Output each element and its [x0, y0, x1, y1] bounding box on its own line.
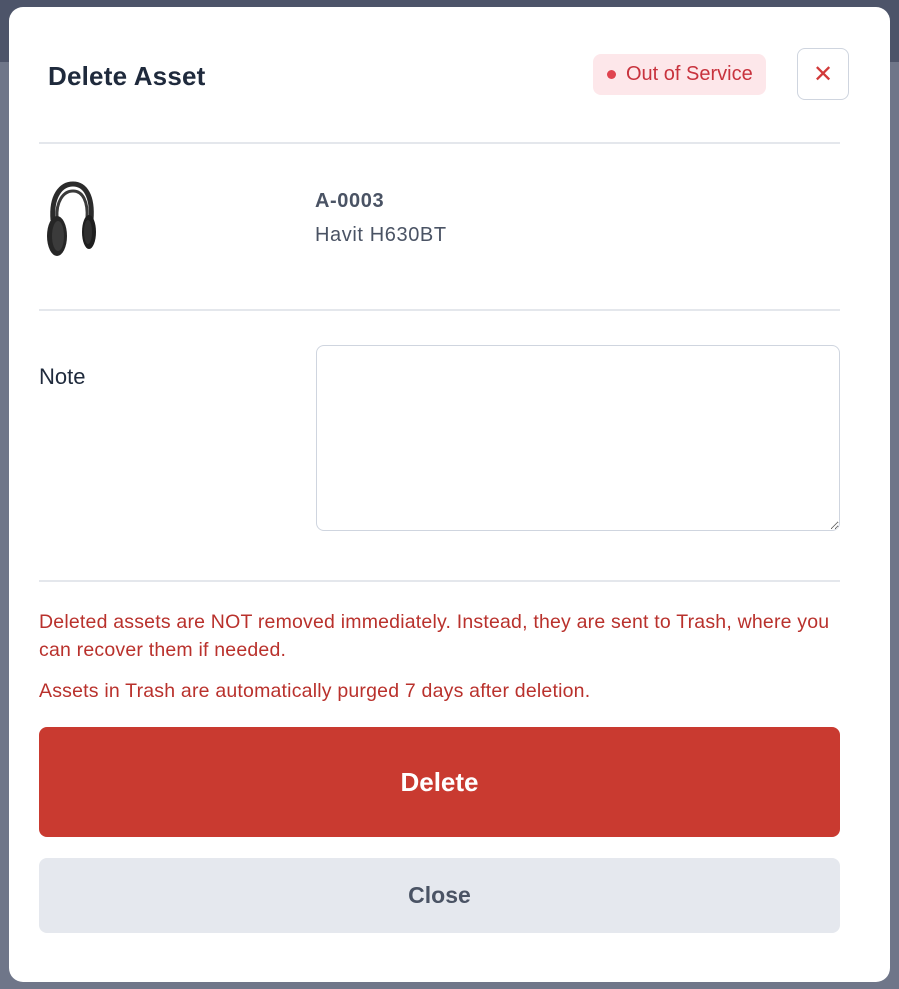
modal-title: Delete Asset [48, 61, 206, 91]
asset-summary: A-0003 Havit H630BT [39, 176, 840, 266]
close-modal-button[interactable]: ✕ [797, 48, 849, 100]
asset-name: Havit H630BT [315, 224, 447, 246]
delete-button[interactable]: Delete [39, 727, 840, 837]
status-badge-label: Out of Service [626, 63, 753, 85]
status-dot-icon [607, 70, 616, 79]
note-divider [39, 580, 840, 582]
header-divider [39, 142, 840, 144]
note-textarea[interactable] [316, 345, 840, 531]
close-icon: ✕ [812, 60, 834, 88]
status-badge: Out of Service [593, 54, 766, 95]
headphones-image [43, 176, 99, 260]
asset-id: A-0003 [315, 190, 385, 212]
trash-warning-text: Deleted assets are NOT removed immediate… [39, 611, 830, 661]
modal-header: Delete Asset Out of Service ✕ [48, 48, 849, 107]
asset-divider [39, 309, 840, 311]
close-button[interactable]: Close [39, 858, 840, 933]
purge-warning-text: Assets in Trash are automatically purged… [39, 680, 591, 702]
note-label: Note [39, 364, 86, 389]
